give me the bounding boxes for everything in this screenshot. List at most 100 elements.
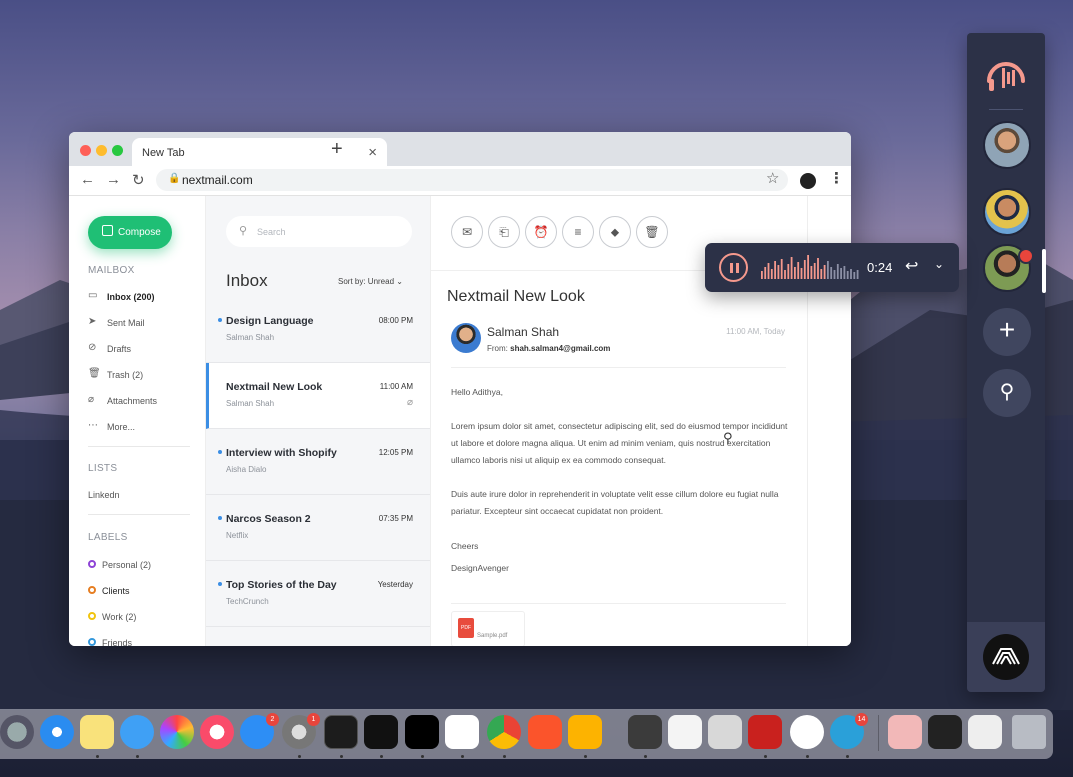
- active-indicator: [1042, 249, 1046, 293]
- url-field[interactable]: 🔒 nextmail.com: [156, 169, 788, 191]
- vscode-icon[interactable]: [445, 715, 479, 749]
- sender-email: shah.salman4@gmail.com: [510, 344, 611, 353]
- message-item-selected[interactable]: Nextmail New Look 11:00 AM Salman Shah ⌀: [206, 363, 431, 429]
- brave-icon[interactable]: [528, 715, 562, 749]
- recording-indicator: [1018, 248, 1034, 264]
- notes-app-icon[interactable]: [80, 715, 114, 749]
- pause-button[interactable]: [719, 253, 748, 282]
- contact-avatar[interactable]: [983, 121, 1031, 169]
- trash-icon: 🗑: [88, 368, 101, 379]
- running-indicator: [584, 755, 587, 758]
- player-time: 0:24: [867, 260, 893, 275]
- sketch-icon[interactable]: [568, 715, 602, 749]
- message-item[interactable]: Narcos Season 2 07:35 PM Netflix: [206, 495, 431, 561]
- message-time: 08:00 PM: [378, 316, 413, 325]
- message-list: ⚲ Search Inbox Sort by: Unread ⌄ Design …: [205, 196, 431, 646]
- messages-icon[interactable]: [120, 715, 154, 749]
- browser-tab[interactable]: New Tab ×: [132, 138, 387, 166]
- activity-monitor-icon[interactable]: [324, 715, 358, 749]
- waveform-bar: [843, 266, 846, 279]
- chrome-icon[interactable]: [487, 715, 521, 749]
- voice-dock-panel: + ⚲: [967, 33, 1046, 692]
- label-color-dot: [88, 586, 96, 594]
- launchpad-icon[interactable]: [0, 715, 34, 749]
- extension-icon[interactable]: [800, 173, 816, 189]
- waveform-bar: [807, 255, 809, 279]
- email-greeting: Hello Adithya,: [451, 387, 503, 397]
- more-icon: ⋯: [88, 420, 98, 431]
- message-time: Yesterday: [377, 580, 413, 589]
- sort-dropdown[interactable]: Sort by: Unread ⌄: [338, 277, 403, 286]
- waveform-bar: [813, 263, 816, 279]
- waveform-bar: [820, 269, 823, 279]
- maximize-window-button[interactable]: [112, 145, 123, 156]
- search-input[interactable]: ⚲ Search: [226, 216, 412, 247]
- safari-icon[interactable]: [40, 715, 74, 749]
- chevron-down-icon[interactable]: ⌄: [934, 257, 944, 271]
- message-subject: Design Language: [226, 315, 314, 327]
- window-thumbnail-icon[interactable]: [928, 715, 962, 749]
- labels-heading: LABELS: [88, 532, 128, 543]
- move-icon[interactable]: ⎗: [488, 216, 520, 248]
- add-icon[interactable]: +: [983, 308, 1031, 356]
- music-icon[interactable]: [200, 715, 234, 749]
- slack-icon[interactable]: [790, 715, 824, 749]
- attachment-pdf[interactable]: PDF Sample.pdf: [451, 611, 525, 646]
- notification-badge: 1: [307, 713, 320, 726]
- waveform-bar: [770, 269, 773, 279]
- tab-title: New Tab: [142, 147, 185, 159]
- sender-email-line: From: shah.salman4@gmail.com: [487, 344, 611, 353]
- waveform-bar: [853, 272, 856, 279]
- bookmark-star-icon[interactable]: ☆: [766, 169, 779, 187]
- snooze-icon[interactable]: ⏰: [525, 216, 557, 248]
- waveform-bar: [800, 268, 803, 279]
- message-item[interactable]: Interview with Shopify 12:05 PM Aisha Di…: [206, 429, 431, 495]
- message-item[interactable]: Top Stories of the Day Yesterday TechCru…: [206, 561, 431, 627]
- textedit-icon[interactable]: [668, 715, 702, 749]
- divider: [989, 109, 1023, 110]
- calculator-icon[interactable]: [708, 715, 742, 749]
- tidal-icon[interactable]: [405, 715, 439, 749]
- waveform-bar: [817, 258, 819, 279]
- filezilla-icon[interactable]: [748, 715, 782, 749]
- waveform-bar: [846, 271, 849, 279]
- folder-thumbnail-icon[interactable]: [888, 715, 922, 749]
- back-icon[interactable]: ←: [80, 171, 95, 188]
- reload-icon[interactable]: ↻: [132, 171, 145, 189]
- trash-icon[interactable]: [1012, 715, 1046, 749]
- search-icon[interactable]: ⚲: [983, 369, 1031, 417]
- waveform-bar: [827, 261, 829, 279]
- waveform-bar: [774, 261, 776, 279]
- terminal-icon[interactable]: [364, 715, 398, 749]
- lock-icon: 🔒: [168, 173, 181, 184]
- browser-menu-icon[interactable]: ⋮: [829, 169, 844, 187]
- contact-avatar[interactable]: [983, 188, 1031, 236]
- divider: [88, 446, 190, 447]
- app-logo-icon[interactable]: [981, 51, 1031, 101]
- window-thumbnail-icon[interactable]: [968, 715, 1002, 749]
- message-item[interactable]: Design Language 08:00 PM Salman Shah: [206, 297, 431, 363]
- email-time: 11:00 AM, Today: [726, 327, 785, 336]
- reply-icon[interactable]: ↩: [905, 256, 918, 276]
- send-icon: ➤: [88, 316, 97, 327]
- running-indicator: [136, 755, 139, 758]
- minimize-window-button[interactable]: [96, 145, 107, 156]
- list-title: Inbox: [226, 271, 268, 290]
- sublime-text-icon[interactable]: [628, 715, 662, 749]
- mark-read-icon[interactable]: ✉: [451, 216, 483, 248]
- label-color-dot: [88, 638, 96, 646]
- delete-icon[interactable]: 🗑: [636, 216, 668, 248]
- message-time: 12:05 PM: [378, 448, 413, 457]
- url-text: nextmail.com: [182, 173, 253, 187]
- new-tab-icon[interactable]: +: [331, 138, 343, 161]
- photos-icon[interactable]: [160, 715, 194, 749]
- compose-button[interactable]: Compose: [88, 216, 172, 249]
- close-tab-icon[interactable]: ×: [368, 144, 377, 161]
- waveform-bar: [840, 268, 842, 279]
- forward-icon[interactable]: →: [106, 171, 121, 188]
- brand-logo-icon[interactable]: [983, 634, 1029, 680]
- tag-icon[interactable]: ⬥: [599, 216, 631, 248]
- notes-icon[interactable]: ≡: [562, 216, 594, 248]
- close-window-button[interactable]: [80, 145, 91, 156]
- sender-avatar: [451, 323, 481, 353]
